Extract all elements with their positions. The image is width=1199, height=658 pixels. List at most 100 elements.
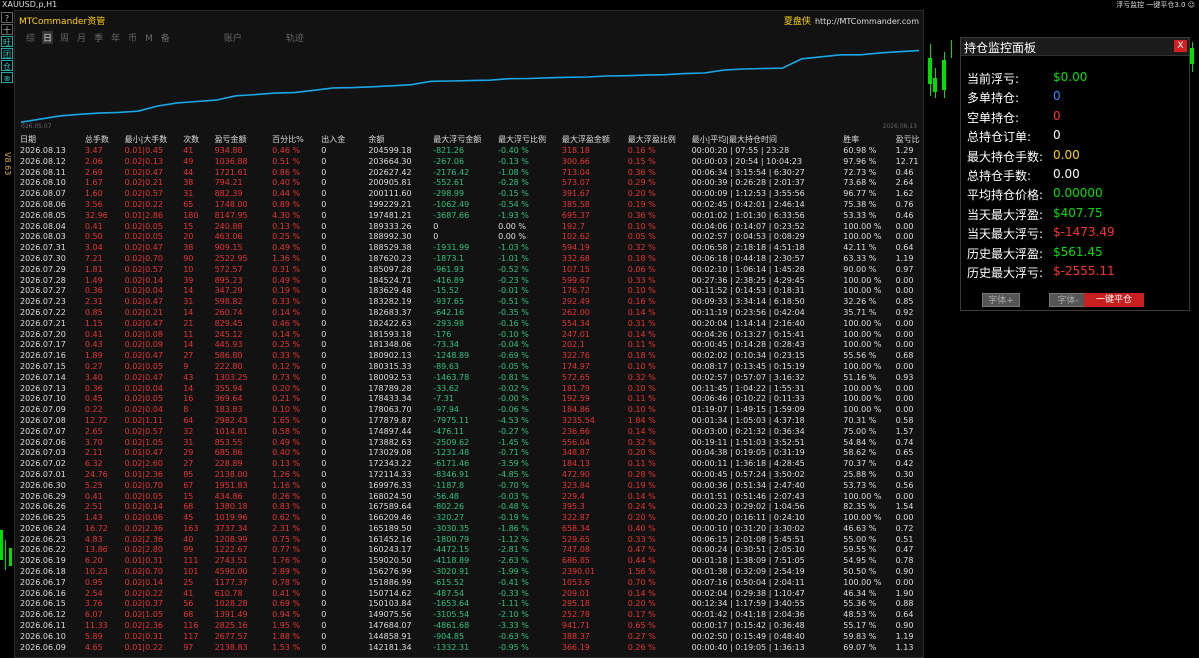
table-cell: -89.63 xyxy=(433,361,459,371)
table-cell: 63.33 % xyxy=(843,253,877,263)
table-cell: 598.82 xyxy=(214,297,243,307)
table-cell: 0.01|2.86 xyxy=(124,210,163,220)
table-cell: 59.83 % xyxy=(843,631,877,641)
table-cell: 0.02|0.70 xyxy=(124,480,163,490)
col-header-6: 出入金 xyxy=(321,135,346,145)
table-cell: 2.89 % xyxy=(272,567,301,577)
table-cell: 610.78 xyxy=(214,588,243,598)
table-cell: 713.04 xyxy=(561,167,590,177)
site-url[interactable]: http://MTCommander.com xyxy=(815,17,919,26)
table-cell: 0.02|0.57 xyxy=(124,426,163,436)
table-cell: 0 xyxy=(321,491,327,501)
table-cell: 0.85 xyxy=(84,307,103,317)
table-cell: 594.19 xyxy=(561,243,590,253)
monitor-label-3: 总持仓订单: xyxy=(967,130,1032,145)
table-cell: 00:11:19 | 0:23:56 | 0:42:04 xyxy=(691,307,805,317)
tab-5[interactable]: 年 xyxy=(110,31,121,44)
close-button[interactable]: X xyxy=(1174,40,1187,52)
table-cell: 0.02|0.04 xyxy=(124,405,163,415)
tab-4[interactable]: 季 xyxy=(93,31,104,44)
panel-link[interactable]: 夏盘侠 http://MTCommander.com xyxy=(784,14,919,27)
table-cell: 0.19 % xyxy=(627,199,656,209)
table-cell: 1028.28 xyxy=(214,599,248,609)
table-cell: 0.11 % xyxy=(627,340,656,350)
table-cell: -0.10 % xyxy=(498,329,529,339)
tab-2[interactable]: 周 xyxy=(59,31,70,44)
table-row: 2026.07.21 1.15 0.02|0.47 21 829.45 0.46 % 0 18… xyxy=(18,319,923,330)
table-cell: 40 xyxy=(183,534,194,544)
table-cell: -0.06 % xyxy=(498,405,529,415)
table-cell: 180092.53 xyxy=(368,372,412,382)
tab-7[interactable]: M xyxy=(144,34,154,44)
tab-6[interactable]: 币 xyxy=(127,31,138,44)
table-cell: 2026.06.11 xyxy=(20,621,66,631)
font-decrease-button[interactable]: 字体- xyxy=(1049,293,1087,307)
tab-9[interactable]: 账户 xyxy=(223,31,243,44)
table-cell: 0 xyxy=(321,361,327,371)
tab-3[interactable]: 月 xyxy=(76,31,87,44)
table-cell: 0.19 % xyxy=(272,286,301,296)
tab-8[interactable]: 备 xyxy=(160,31,171,44)
table-cell: -0.81 % xyxy=(498,372,529,382)
table-cell: 0.02|2.60 xyxy=(124,459,163,469)
table-cell: 0.74 xyxy=(895,437,914,447)
table-cell: -33.62 xyxy=(433,383,459,393)
table-cell: 147684.07 xyxy=(368,621,412,631)
table-row: 2026.08.10 1.67 0.02|0.21 38 794.21 0.40 % 0 20… xyxy=(18,178,923,189)
table-cell: 01:19:07 | 1:49:15 | 1:59:09 xyxy=(691,405,805,415)
table-cell: 2677.57 xyxy=(214,631,248,641)
table-cell: 0.02|0.06 xyxy=(124,513,163,523)
table-cell: 180315.33 xyxy=(368,361,412,371)
tab-0[interactable]: 综 xyxy=(25,31,36,44)
table-cell: 0.02|0.37 xyxy=(124,599,163,609)
table-cell: 0 xyxy=(321,307,327,317)
table-cell: 185097.28 xyxy=(368,264,412,274)
table-cell: 2026.07.15 xyxy=(20,361,66,371)
table-cell: 100.00 % xyxy=(843,577,882,587)
table-cell: 2026.08.06 xyxy=(20,199,66,209)
table-cell: 1.43 xyxy=(84,513,103,523)
table-cell: 0.89 % xyxy=(272,199,301,209)
table-cell: 2026.06.17 xyxy=(20,577,66,587)
table-cell: 599.67 xyxy=(561,275,590,285)
table-cell: 0.02|1.05 xyxy=(124,437,163,447)
table-cell: 0.02|0.47 xyxy=(124,372,163,382)
monitor-header[interactable]: 持仓监控面板 X xyxy=(961,38,1189,56)
table-cell: 48.53 % xyxy=(843,610,877,620)
col-header-10: 最大浮盈金额 xyxy=(561,135,610,145)
tab-1[interactable]: 日 xyxy=(42,31,54,44)
table-cell: 1208.99 xyxy=(214,534,248,544)
table-cell: 0 xyxy=(321,253,327,263)
table-cell: 2026.06.30 xyxy=(20,480,66,490)
table-cell: 0.06 % xyxy=(627,264,656,274)
table-cell: 0.27 % xyxy=(627,631,656,641)
table-cell: 0.02|2.36 xyxy=(124,534,163,544)
table-row: 2026.08.13 3.47 0.01|0.45 41 934.88 0.46 % 0 20… xyxy=(18,146,923,157)
table-cell: -1.86 % xyxy=(498,523,529,533)
table-cell: 46.34 % xyxy=(843,588,877,598)
table-cell: 685.86 xyxy=(214,448,243,458)
table-cell: 169976.33 xyxy=(368,480,412,490)
table-cell: 2026.08.07 xyxy=(20,189,66,199)
table-cell: 100.00 % xyxy=(843,275,882,285)
table-cell: 0.14 % xyxy=(627,426,656,436)
tab-10[interactable]: 轨迹 xyxy=(285,31,305,44)
close-all-button[interactable]: 一键平仓 xyxy=(1084,293,1144,307)
table-cell: 1.16 % xyxy=(272,480,301,490)
table-cell: 586.80 xyxy=(214,351,243,361)
table-cell: 100.00 % xyxy=(843,232,882,242)
table-cell: -1800.79 xyxy=(433,534,470,544)
table-cell: 0.00 xyxy=(895,577,914,587)
table-cell: 100.00 % xyxy=(843,491,882,501)
table-cell: 0.00 % xyxy=(498,232,527,242)
table-cell: 1014.81 xyxy=(214,426,248,436)
table-cell: -1231.48 xyxy=(433,448,470,458)
font-increase-button[interactable]: 字体+ xyxy=(982,293,1020,307)
monitor-value-4: 0.00 xyxy=(1053,147,1080,162)
table-cell: 35.71 % xyxy=(843,307,877,317)
table-cell: 0.02|0.05 xyxy=(124,221,163,231)
table-cell: -1931.99 xyxy=(433,243,470,253)
table-cell: 0.02|0.47 xyxy=(124,297,163,307)
table-cell: 0.00 xyxy=(895,513,914,523)
table-cell: 178063.70 xyxy=(368,405,412,415)
